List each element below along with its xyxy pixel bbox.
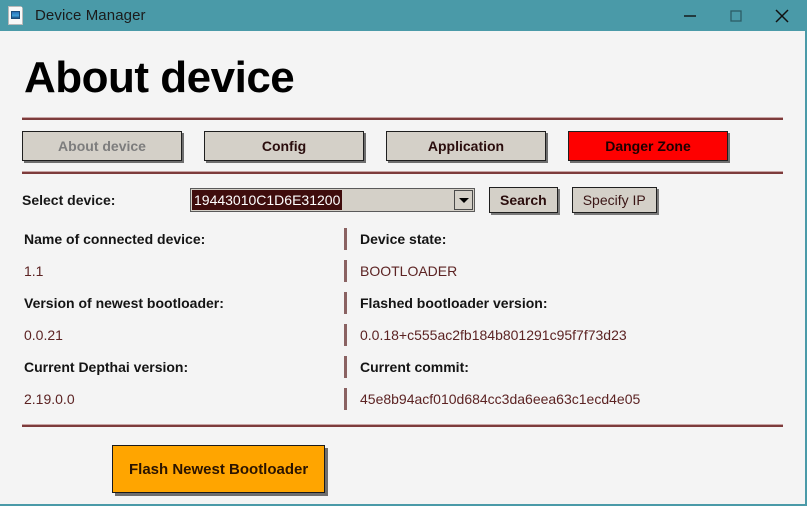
search-button-label: Search xyxy=(500,192,547,208)
tab-about-device-label: About device xyxy=(58,138,146,154)
chevron-down-icon[interactable] xyxy=(454,190,473,210)
value-version-of-newest-bootloader: 0.0.21 xyxy=(24,327,63,343)
close-icon[interactable] xyxy=(759,0,805,31)
label-name-of-connected-device: Name of connected device: xyxy=(24,231,206,247)
tab-danger-zone-label: Danger Zone xyxy=(605,138,691,154)
main-content: About device About device Config Applica… xyxy=(0,51,805,493)
document-image-icon xyxy=(8,5,26,26)
select-device-label: Select device: xyxy=(22,192,116,208)
info-row: Name of connected device: Device state: xyxy=(22,223,783,255)
page-title: About device xyxy=(24,53,295,102)
value-device-state: BOOTLOADER xyxy=(360,263,458,279)
search-button[interactable]: Search xyxy=(489,187,558,213)
tab-danger-zone[interactable]: Danger Zone xyxy=(568,131,728,161)
info-row: 0.0.21 0.0.18+c555ac2fb184b801291c95f7f7… xyxy=(22,319,783,351)
device-select-value: 19443010C1D6E31200 xyxy=(192,190,343,210)
tab-application-label: Application xyxy=(427,138,505,154)
label-flashed-bootloader-version: Flashed bootloader version: xyxy=(360,295,548,311)
value-current-depthai-version: 2.19.0.0 xyxy=(24,391,75,407)
select-device-row: Select device: 19443010C1D6E31200 Search… xyxy=(22,187,783,213)
specify-ip-button-label: Specify IP xyxy=(582,192,646,208)
label-current-commit: Current commit: xyxy=(360,359,469,375)
flash-newest-bootloader-label: Flash Newest Bootloader xyxy=(129,460,309,478)
tab-application[interactable]: Application xyxy=(386,131,546,161)
minimize-icon[interactable] xyxy=(667,0,713,31)
specify-ip-button[interactable]: Specify IP xyxy=(571,187,657,213)
divider-bottom xyxy=(22,424,783,427)
value-flashed-bootloader-version: 0.0.18+c555ac2fb184b801291c95f7f73d23 xyxy=(360,327,627,343)
column-divider xyxy=(344,292,347,314)
divider-top xyxy=(22,117,783,120)
device-info-grid: Name of connected device: Device state: … xyxy=(22,223,783,415)
value-name-of-connected-device: 1.1 xyxy=(24,263,44,279)
device-select-dropdown[interactable]: 19443010C1D6E31200 xyxy=(190,188,475,212)
info-row: Version of newest bootloader: Flashed bo… xyxy=(22,287,783,319)
info-row: Current Depthai version: Current commit: xyxy=(22,351,783,383)
tab-config[interactable]: Config xyxy=(204,131,364,161)
titlebar: Device Manager xyxy=(0,0,805,31)
column-divider xyxy=(344,388,347,410)
column-divider xyxy=(344,324,347,346)
maximize-icon[interactable] xyxy=(713,0,759,31)
column-divider xyxy=(344,356,347,378)
divider-below-tabs xyxy=(22,171,783,174)
label-device-state: Device state: xyxy=(360,231,447,247)
flash-newest-bootloader-button[interactable]: Flash Newest Bootloader xyxy=(112,445,326,493)
window-title: Device Manager xyxy=(35,7,146,24)
tab-about-device[interactable]: About device xyxy=(22,131,182,161)
column-divider xyxy=(344,228,347,250)
column-divider xyxy=(344,260,347,282)
flash-button-area: Flash Newest Bootloader xyxy=(22,445,783,493)
label-version-of-newest-bootloader: Version of newest bootloader: xyxy=(24,295,224,311)
tab-bar: About device Config Application Danger Z… xyxy=(22,131,783,161)
info-row: 1.1 BOOTLOADER xyxy=(22,255,783,287)
device-manager-window: Device Manager About device About device… xyxy=(0,0,807,506)
window-controls xyxy=(667,0,805,31)
value-current-commit: 45e8b94acf010d684cc3da6eea63c1ecd4e05 xyxy=(360,391,641,407)
tab-config-label: Config xyxy=(261,138,307,154)
info-row: 2.19.0.0 45e8b94acf010d684cc3da6eea63c1e… xyxy=(22,383,783,415)
label-current-depthai-version: Current Depthai version: xyxy=(24,359,189,375)
